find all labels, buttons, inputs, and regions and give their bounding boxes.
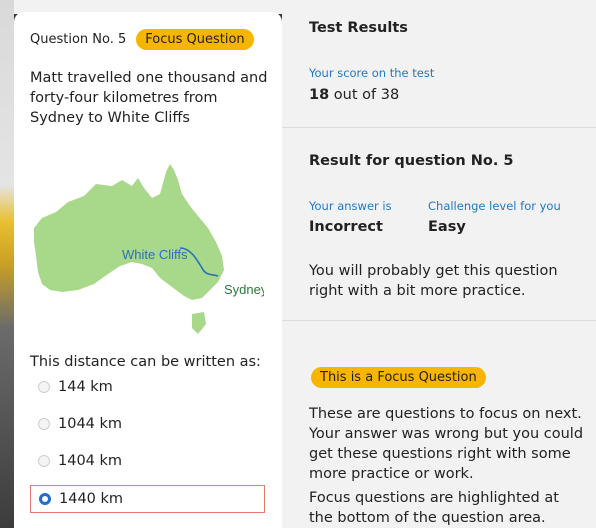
option-label: 1440 km: [59, 491, 124, 507]
challenge-label: Challenge level for you: [428, 199, 561, 213]
radio-button-selected[interactable]: [39, 493, 51, 505]
map-label-white-cliffs: White Cliffs: [122, 247, 188, 262]
question-prompt: This distance can be written as:: [30, 354, 261, 370]
option-label: 1044 km: [58, 416, 123, 432]
tasmania: [192, 312, 206, 334]
question-result-title: Result for question No. 5: [309, 153, 514, 169]
option-label: 1404 km: [58, 453, 123, 469]
question-header: Question No. 5 Focus Question: [30, 29, 254, 50]
focus-question-pill: This is a Focus Question: [311, 367, 486, 388]
question-text: Matt travelled one thousand and forty-fo…: [30, 70, 268, 126]
radio-button[interactable]: [38, 381, 50, 393]
score-label: Your score on the test: [309, 66, 435, 80]
results-panel: Test Results Your score on the test 18 o…: [282, 0, 596, 528]
answer-option-2[interactable]: 1044 km: [30, 410, 265, 438]
option-label: 144 km: [58, 379, 113, 395]
radio-button[interactable]: [38, 455, 50, 467]
australia-map: White Cliffs Sydney: [34, 164, 264, 334]
focus-question-badge: Focus Question: [136, 29, 254, 50]
section-divider: [282, 127, 596, 128]
test-results-title: Test Results: [309, 20, 408, 36]
score-display: 18 out of 38: [309, 87, 399, 103]
challenge-value: Easy: [428, 219, 466, 235]
map-label-sydney: Sydney: [224, 282, 264, 297]
question-card: Question No. 5 Focus Question Matt trave…: [14, 12, 282, 528]
background-photo-strip: [0, 0, 14, 528]
answer-option-3[interactable]: 1404 km: [30, 447, 265, 475]
answer-value: Incorrect: [309, 219, 383, 235]
answer-option-4-selected[interactable]: 1440 km: [30, 485, 265, 513]
radio-button[interactable]: [38, 418, 50, 430]
australia-mainland: [34, 164, 224, 300]
highlight-note: Focus questions are highlighted at the b…: [309, 490, 559, 526]
answer-option-1[interactable]: 144 km: [30, 373, 265, 401]
section-divider: [282, 320, 596, 321]
question-number: Question No. 5: [30, 32, 127, 47]
score-total: out of 38: [329, 87, 400, 103]
focus-explanation: These are questions to focus on next. Yo…: [309, 406, 584, 482]
score-value: 18: [309, 87, 330, 103]
answer-label: Your answer is: [309, 199, 392, 213]
practice-note: You will probably get this question righ…: [309, 263, 558, 299]
